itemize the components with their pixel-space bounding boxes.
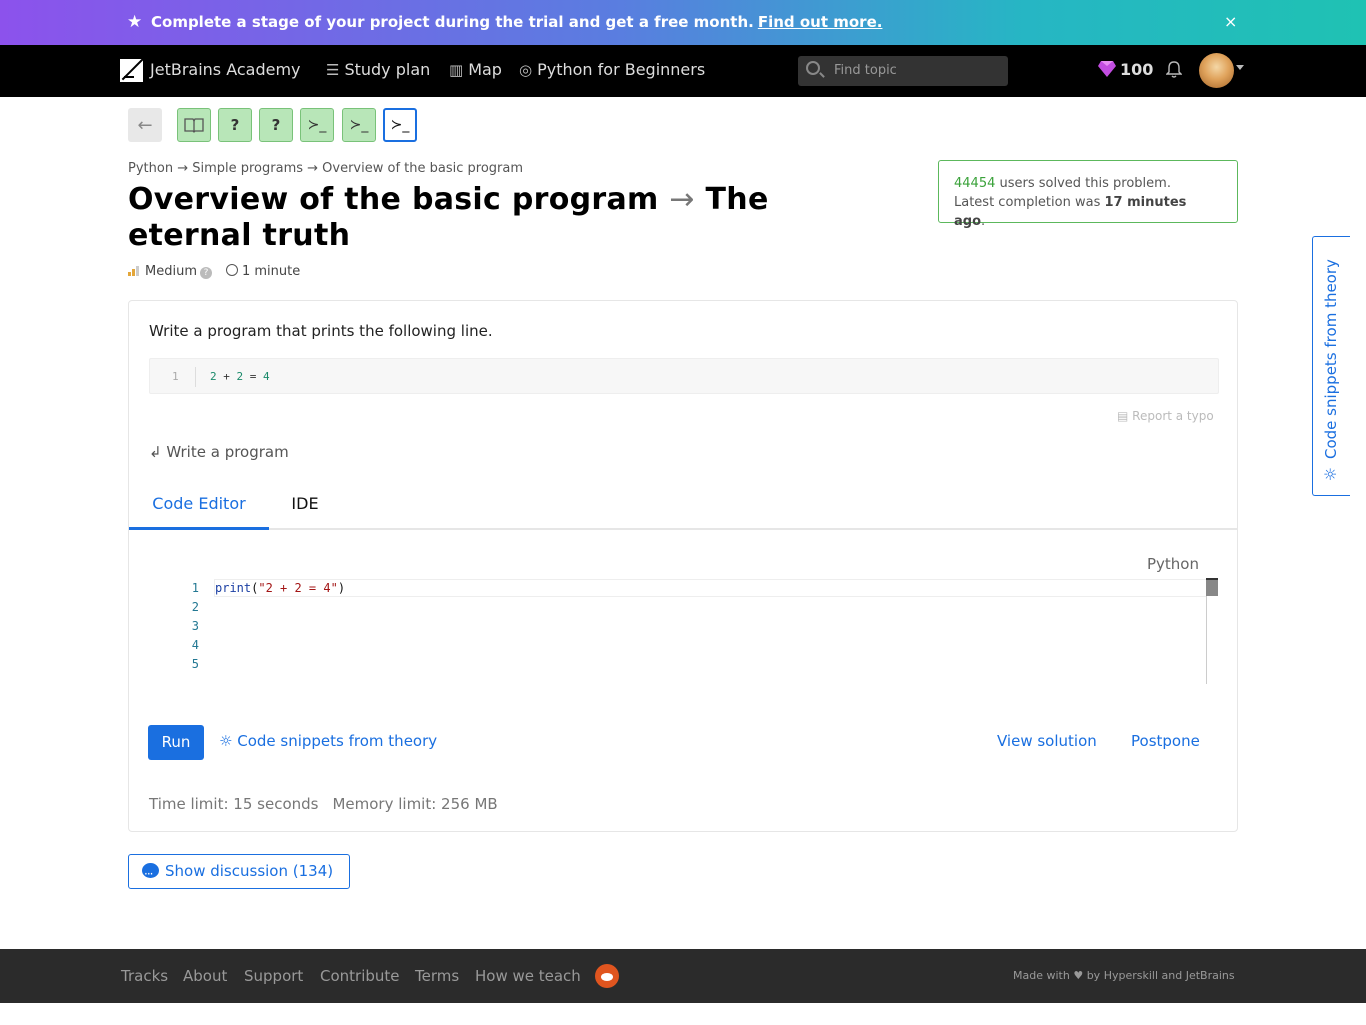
jetbrains-logo-icon[interactable]: [120, 59, 143, 82]
side-tab-label: Code snippets from theory: [1322, 259, 1340, 459]
banner-message: Complete a stage of your project during …: [151, 13, 883, 31]
gems-count[interactable]: 100: [1120, 60, 1153, 79]
reddit-icon[interactable]: [595, 964, 619, 988]
book-icon: [184, 118, 204, 133]
code-snippets-side-tab[interactable]: Code snippets from theory ☼: [1312, 236, 1350, 496]
breadcrumb[interactable]: Python → Simple programs → Overview of t…: [128, 161, 523, 176]
show-discussion-button[interactable]: Show discussion (134): [128, 854, 350, 891]
terminal-icon: ≻_: [307, 117, 327, 133]
footer-link-support[interactable]: Support: [244, 967, 303, 985]
line-number: 2: [191, 600, 199, 614]
code-snippets-button[interactable]: ☼ Code snippets from theory: [219, 732, 437, 750]
report-typo-link[interactable]: ▤ Report a typo: [1117, 409, 1214, 423]
chat-bubble-icon: [142, 858, 159, 891]
time-estimate: 1 minute: [241, 264, 301, 279]
run-button[interactable]: Run: [148, 725, 204, 760]
search-input[interactable]: Find topic: [798, 56, 1008, 86]
gem-icon: [1098, 61, 1116, 77]
lightbulb-icon: ☼: [1323, 465, 1338, 484]
line-number: 3: [191, 619, 199, 633]
lightbulb-icon: ☼: [219, 732, 233, 750]
terminal-icon: ≻_: [390, 117, 410, 133]
step-code-2[interactable]: ≻_: [342, 108, 376, 142]
editor-tabs: Code Editor IDE: [129, 481, 1237, 530]
sample-divider: [195, 367, 196, 387]
list-icon: ☰: [326, 61, 340, 79]
topic-title[interactable]: Overview of the basic program: [128, 182, 659, 217]
footer: Tracks About Support Contribute Terms Ho…: [0, 949, 1366, 1003]
line-number: 1: [191, 581, 199, 595]
footer-link-terms[interactable]: Terms: [415, 967, 459, 985]
step-theory[interactable]: [177, 108, 211, 142]
line-number: 4: [191, 638, 199, 652]
step-quiz-1[interactable]: ?: [218, 108, 252, 142]
banner-find-out-link[interactable]: Find out more.: [758, 13, 883, 31]
back-button[interactable]: ←: [128, 108, 162, 142]
nav-track[interactable]: ◎ Python for Beginners: [519, 60, 705, 80]
expected-output-sample: 1 2 + 2 = 4: [149, 358, 1219, 394]
map-icon: ▥: [449, 61, 464, 79]
postpone-button[interactable]: Postpone: [1131, 732, 1200, 750]
close-icon[interactable]: ×: [1224, 12, 1237, 32]
terminal-icon: ≻_: [349, 117, 369, 133]
return-arrow-icon: ↲: [149, 443, 162, 461]
star-icon: ★: [127, 12, 143, 32]
top-navigation: JetBrains Academy ☰ Study plan ▥ Map ◎ Pyth…: [0, 45, 1366, 97]
code-line-current[interactable]: print("2 + 2 = 4"): [214, 579, 1207, 597]
chevron-down-icon[interactable]: [1236, 65, 1244, 70]
document-icon: ▤: [1117, 409, 1129, 423]
write-program-label: ↲ Write a program: [149, 443, 289, 461]
memory-limit: Memory limit: 256 MB: [332, 795, 498, 813]
problem-meta: Medium? 1 minute: [128, 264, 300, 279]
promo-banner: ★ Complete a stage of your project durin…: [0, 0, 1366, 45]
latest-prefix: Latest completion was: [954, 195, 1101, 210]
search-icon: [806, 61, 820, 75]
view-solution-button[interactable]: View solution: [997, 732, 1097, 750]
nav-map[interactable]: ▥ Map: [449, 60, 502, 80]
search-placeholder: Find topic: [834, 63, 897, 78]
problem-card: Write a program that prints the followin…: [128, 300, 1238, 832]
target-icon: ◎: [519, 61, 533, 79]
code-editor[interactable]: 1 2 3 4 5 print("2 + 2 = 4"): [149, 578, 1221, 686]
language-label[interactable]: Python: [1147, 555, 1199, 573]
difficulty-label: Medium: [145, 264, 197, 279]
sample-line-number: 1: [172, 370, 179, 383]
step-code-1[interactable]: ≻_: [300, 108, 334, 142]
time-limit: Time limit: 15 seconds: [149, 795, 319, 813]
task-description: Write a program that prints the followin…: [149, 322, 493, 340]
footer-link-contribute[interactable]: Contribute: [320, 967, 400, 985]
avatar[interactable]: [1199, 53, 1234, 88]
step-quiz-2[interactable]: ?: [259, 108, 293, 142]
footer-link-how-we-teach[interactable]: How we teach: [475, 967, 581, 985]
heart-icon: ♥: [1073, 969, 1084, 982]
code-text[interactable]: print("2 + 2 = 4"): [215, 581, 345, 595]
page-title: Overview of the basic program → The eter…: [128, 182, 888, 254]
tab-ide[interactable]: IDE: [277, 481, 333, 530]
nav-study-plan[interactable]: ☰ Study plan: [326, 60, 430, 80]
editor-scrollbar-thumb[interactable]: [1206, 578, 1218, 596]
sample-code: 2 + 2 = 4: [210, 370, 270, 383]
clock-icon: [225, 264, 238, 276]
footer-link-tracks[interactable]: Tracks: [121, 967, 168, 985]
latest-suffix: .: [981, 214, 986, 229]
step-code-current[interactable]: ≻_: [383, 108, 417, 142]
tab-code-editor[interactable]: Code Editor: [129, 481, 269, 530]
solved-stats-box: 44454 users solved this problem. Latest …: [938, 160, 1238, 229]
help-icon[interactable]: ?: [199, 267, 212, 279]
limits-info: Time limit: 15 seconds Memory limit: 256 …: [149, 795, 498, 813]
difficulty-bars-icon: [128, 266, 139, 276]
line-number: 5: [191, 657, 199, 671]
footer-link-about[interactable]: About: [183, 967, 227, 985]
solved-count: 44454: [954, 176, 996, 191]
brand-name[interactable]: JetBrains Academy: [150, 60, 301, 80]
solved-count-text: users solved this problem.: [999, 176, 1171, 191]
bell-icon[interactable]: [1166, 61, 1182, 79]
made-with-text: Made with ♥ by Hyperskill and JetBrains: [1013, 969, 1235, 982]
title-arrow: →: [669, 182, 695, 217]
